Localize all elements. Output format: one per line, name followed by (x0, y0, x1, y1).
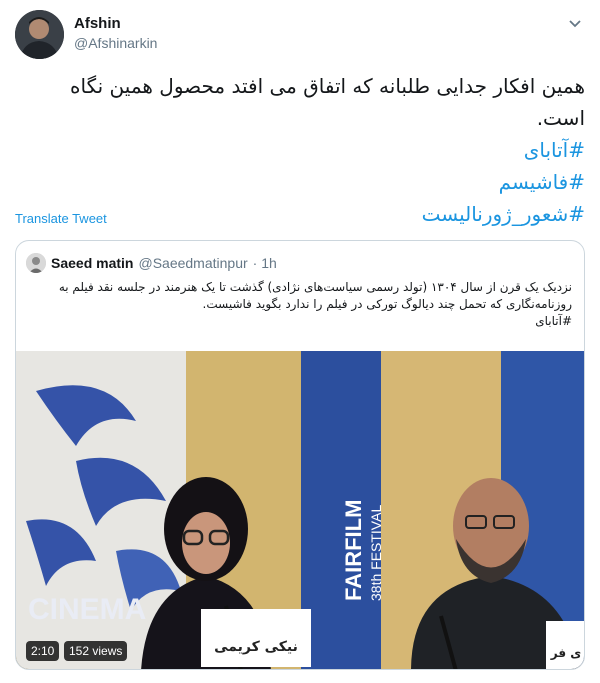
author-avatar[interactable] (15, 10, 64, 59)
cinema-banner-text: CINEMA (28, 593, 146, 626)
nameplate-text: نیکی کریمی (214, 639, 298, 655)
quoted-hashtag: #آتابای (535, 314, 572, 328)
quoted-tweet-text: نزدیک یک قرن از سال ۱۳۰۴ (تولد رسمی سیاس… (26, 279, 572, 330)
quoted-author-handle[interactable]: @Saeedmatinpur (138, 255, 247, 271)
nameplate-right-text: ی فر (550, 646, 582, 660)
hashtag-link[interactable]: #آتابای (25, 134, 585, 166)
quoted-tweet-body: نزدیک یک قرن از سال ۱۳۰۴ (تولد رسمی سیاس… (58, 280, 572, 311)
author-names: Afshin @Afshinarkin (74, 15, 157, 51)
quoted-tweet-time[interactable]: · 1h (253, 255, 277, 271)
quoted-tweet[interactable]: Saeed matin @Saeedmatinpur · 1h نزدیک یک… (15, 240, 585, 670)
tweet-body: همین افکار جدایی طلبانه که اتفاق می افتد… (25, 70, 585, 230)
video-views: 152 views (64, 641, 128, 661)
hashtag-link[interactable]: #شعور_ژورنالیست (25, 198, 585, 230)
video-player[interactable]: FAIRFILM 38th FESTIVAL نیکی کریمی ی فر C… (16, 351, 584, 669)
hashtag-link[interactable]: #فاشیسم (25, 166, 585, 198)
tweet-header: Afshin @Afshinarkin (15, 10, 585, 62)
festival-text: FAIRFILM (341, 500, 366, 601)
chevron-down-icon[interactable] (565, 14, 585, 34)
video-frame: FAIRFILM 38th FESTIVAL نیکی کریمی ی فر C… (16, 351, 584, 669)
tweet-text: همین افکار جدایی طلبانه که اتفاق می افتد… (70, 74, 585, 130)
quoted-author-avatar[interactable] (26, 253, 46, 273)
translate-tweet-link[interactable]: Translate Tweet (15, 211, 107, 226)
author-handle[interactable]: @Afshinarkin (74, 35, 157, 51)
author-display-name[interactable]: Afshin (74, 15, 157, 32)
profile-photo-icon (26, 253, 46, 273)
quoted-tweet-header: Saeed matin @Saeedmatinpur · 1h (26, 253, 277, 273)
video-duration: 2:10 (26, 641, 60, 661)
quoted-author-name[interactable]: Saeed matin (51, 255, 133, 271)
festival-subtext: 38th FESTIVAL (368, 505, 384, 601)
profile-photo-icon (15, 10, 64, 59)
